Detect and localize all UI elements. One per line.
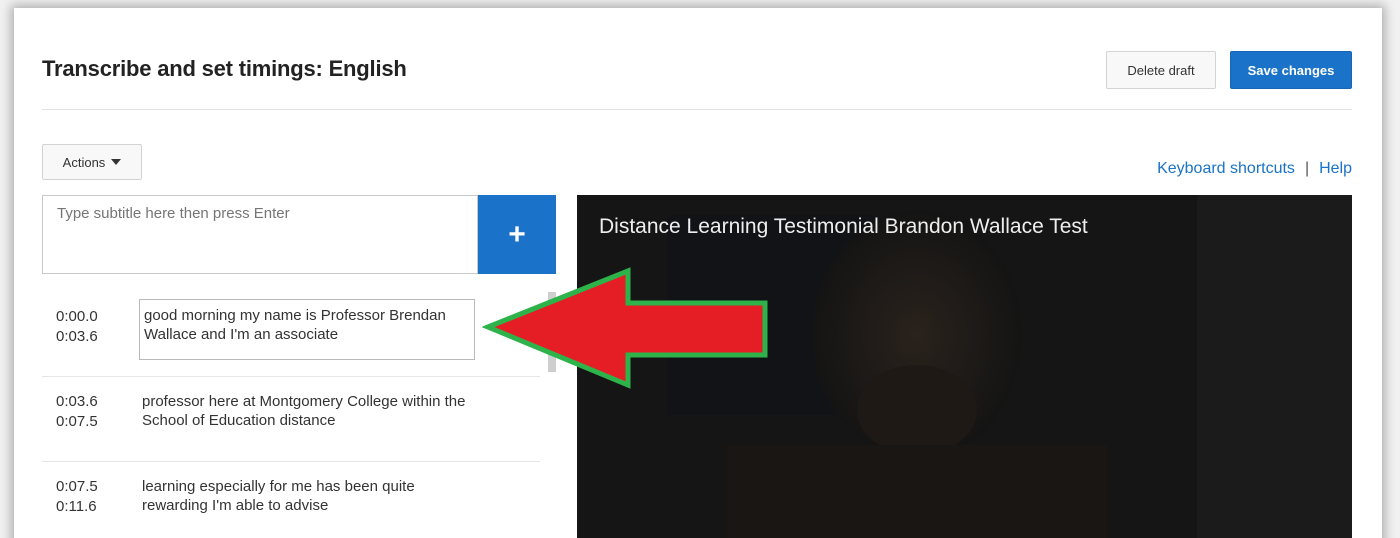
actions-label: Actions xyxy=(62,154,106,170)
caption-start-time[interactable]: 0:03.6 xyxy=(56,392,98,412)
caption-list: 0:00.0 0:03.6 good morning my name is Pr… xyxy=(42,292,540,538)
caption-row[interactable]: 0:03.6 0:07.5 professor here at Montgome… xyxy=(42,377,540,462)
caption-text[interactable]: learning especially for me has been quit… xyxy=(142,477,472,515)
keyboard-shortcuts-link[interactable]: Keyboard shortcuts xyxy=(1157,160,1295,178)
caption-start-time[interactable]: 0:07.5 xyxy=(56,477,98,497)
help-links: Keyboard shortcuts | Help xyxy=(1157,160,1352,178)
subtitle-input[interactable] xyxy=(42,195,478,274)
caption-end-time[interactable]: 0:03.6 xyxy=(56,327,98,347)
caption-times: 0:00.0 0:03.6 xyxy=(56,307,98,347)
delete-draft-button[interactable]: Delete draft xyxy=(1106,51,1216,89)
help-link[interactable]: Help xyxy=(1319,160,1352,178)
caption-times: 0:07.5 0:11.6 xyxy=(56,477,98,517)
caption-end-time[interactable]: 0:07.5 xyxy=(56,412,98,432)
actions-dropdown[interactable]: Actions xyxy=(42,144,142,180)
caption-start-time[interactable]: 0:00.0 xyxy=(56,307,98,327)
caption-end-time[interactable]: 0:11.6 xyxy=(56,497,98,517)
add-subtitle-button[interactable]: + xyxy=(478,195,556,274)
caption-text-editor[interactable]: good morning my name is Professor Brenda… xyxy=(139,299,475,360)
caption-text[interactable]: professor here at Montgomery College wit… xyxy=(142,392,472,430)
left-arrow-annotation xyxy=(482,267,768,389)
caption-row[interactable]: 0:07.5 0:11.6 learning especially for me… xyxy=(42,462,540,538)
caption-times: 0:03.6 0:07.5 xyxy=(56,392,98,432)
caption-row[interactable]: 0:00.0 0:03.6 good morning my name is Pr… xyxy=(42,292,540,377)
caret-down-icon xyxy=(111,159,122,165)
video-title: Distance Learning Testimonial Brandon Wa… xyxy=(599,215,1088,238)
header-divider xyxy=(42,109,1352,110)
page-title: Transcribe and set timings: English xyxy=(42,56,407,81)
save-changes-button[interactable]: Save changes xyxy=(1230,51,1352,89)
link-separator: | xyxy=(1304,160,1310,177)
